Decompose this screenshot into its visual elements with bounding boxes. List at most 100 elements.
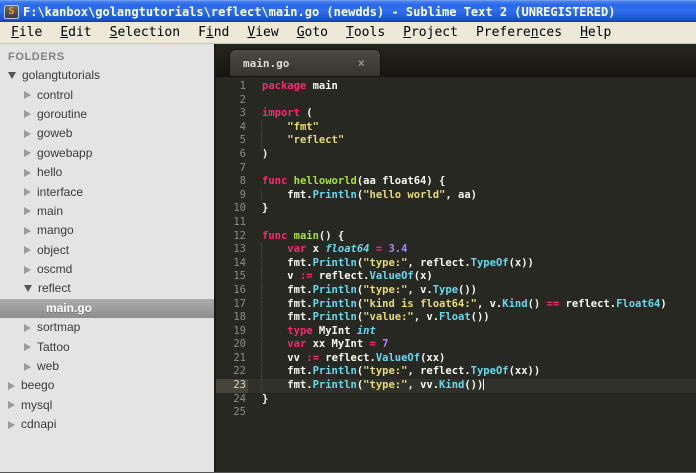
tree-item-tattoo[interactable]: Tattoo bbox=[0, 337, 214, 356]
code-token: ValueOf bbox=[375, 351, 421, 364]
menu-item-view[interactable]: View bbox=[238, 22, 287, 44]
code-line-20[interactable]: 20 var xx MyInt = 7 bbox=[216, 338, 696, 352]
line-number: 11 bbox=[233, 215, 246, 228]
code-line-14[interactable]: 14 fmt.Println("type:", reflect.TypeOf(x… bbox=[216, 257, 696, 271]
menu-item-edit[interactable]: Edit bbox=[51, 22, 100, 44]
chevron-right-icon[interactable] bbox=[24, 362, 31, 371]
menu-item-goto[interactable]: Goto bbox=[288, 22, 337, 44]
chevron-right-icon[interactable] bbox=[24, 91, 31, 100]
chevron-right-icon[interactable] bbox=[24, 323, 31, 332]
code-line-7[interactable]: 7 bbox=[216, 162, 696, 176]
code-token: ) bbox=[262, 147, 269, 160]
code-line-10[interactable]: 10} bbox=[216, 202, 696, 216]
tree-item-goweb[interactable]: goweb bbox=[0, 124, 214, 143]
chevron-right-icon[interactable] bbox=[24, 110, 31, 119]
code-line-24[interactable]: 24} bbox=[216, 393, 696, 407]
tree-item-mysql[interactable]: mysql bbox=[0, 396, 214, 415]
menu-item-preferences[interactable]: Preferences bbox=[467, 22, 571, 44]
code-line-13[interactable]: 13 var x float64 = 3.4 bbox=[216, 243, 696, 257]
tree-item-control[interactable]: control bbox=[0, 85, 214, 104]
code-text: "reflect" bbox=[248, 134, 696, 148]
chevron-right-icon[interactable] bbox=[8, 420, 15, 429]
tree-item-mango[interactable]: mango bbox=[0, 221, 214, 240]
code-token: ValueOf bbox=[369, 270, 414, 283]
chevron-right-icon[interactable] bbox=[24, 168, 31, 177]
code-token: , v. bbox=[413, 311, 440, 324]
code-line-4[interactable]: 4 "fmt" bbox=[216, 121, 696, 135]
code-line-23[interactable]: 23 fmt.Println("type:", vv.Kind()) bbox=[216, 379, 696, 393]
menu-item-help[interactable]: Help bbox=[571, 22, 620, 44]
chevron-right-icon[interactable] bbox=[24, 226, 31, 235]
tree-item-oscmd[interactable]: oscmd bbox=[0, 260, 214, 279]
code-line-22[interactable]: 22 fmt.Println("type:", reflect.TypeOf(x… bbox=[216, 365, 696, 379]
code-line-12[interactable]: 12 func main() { bbox=[216, 230, 696, 244]
code-token: , vv. bbox=[407, 379, 440, 392]
tree-item-goroutine[interactable]: goroutine bbox=[0, 105, 214, 124]
chevron-right-icon[interactable] bbox=[24, 129, 31, 138]
code-line-18[interactable]: 18 fmt.Println("value:", v.Float()) bbox=[216, 311, 696, 325]
menu-item-tools[interactable]: Tools bbox=[337, 22, 394, 44]
tree-item-object[interactable]: object bbox=[0, 241, 214, 260]
code-line-25[interactable]: 25 bbox=[216, 406, 696, 420]
line-number: 17 bbox=[233, 297, 246, 310]
code-token: , reflect. bbox=[407, 365, 471, 378]
code-line-19[interactable]: 19 type MyInt int bbox=[216, 325, 696, 339]
code-line-1[interactable]: 1 package main bbox=[216, 80, 696, 94]
tree-item-golangtutorials[interactable]: golangtutorials bbox=[0, 66, 214, 85]
tree-item-label: cdnapi bbox=[21, 417, 57, 432]
code-line-16[interactable]: 16 fmt.Println("type:", v.Type()) bbox=[216, 284, 696, 298]
chevron-right-icon[interactable] bbox=[24, 207, 31, 216]
tree-item-reflect[interactable]: reflect bbox=[0, 279, 214, 298]
code-area[interactable]: 1 package main 2 3 import (4 "fmt" 5 "reflect… bbox=[216, 77, 696, 472]
chevron-right-icon[interactable] bbox=[24, 265, 31, 274]
code-line-15[interactable]: 15 v := reflect.ValueOf(x) bbox=[216, 270, 696, 284]
code-line-3[interactable]: 3 import ( bbox=[216, 107, 696, 121]
tree-item-main-go[interactable]: main.go bbox=[0, 298, 214, 319]
code-line-21[interactable]: 21 vv := reflect.ValueOf(xx) bbox=[216, 352, 696, 366]
code-token: Float bbox=[439, 311, 471, 324]
tab-close-icon[interactable]: × bbox=[358, 57, 365, 69]
code-line-2[interactable]: 2 bbox=[216, 94, 696, 108]
code-token: , v. bbox=[407, 283, 433, 296]
chevron-right-icon[interactable] bbox=[8, 381, 15, 390]
chevron-right-icon[interactable] bbox=[24, 149, 31, 158]
folders-header: FOLDERS bbox=[8, 51, 65, 63]
code-line-5[interactable]: 5 "reflect" bbox=[216, 134, 696, 148]
menu-item-file[interactable]: File bbox=[2, 22, 51, 44]
tree-item-cdnapi[interactable]: cdnapi bbox=[0, 415, 214, 434]
chevron-down-icon[interactable] bbox=[8, 72, 16, 80]
editor-pane: main.go × 1 package main 2 3 import (4 "fmt"… bbox=[216, 44, 696, 472]
code-line-17[interactable]: 17 fmt.Println("kind is float64:", v.Kin… bbox=[216, 298, 696, 312]
tree-item-gowebapp[interactable]: gowebapp bbox=[0, 144, 214, 163]
text-caret bbox=[483, 379, 485, 391]
tree-item-interface[interactable]: interface bbox=[0, 182, 214, 201]
tree-item-web[interactable]: web bbox=[0, 357, 214, 376]
chevron-right-icon[interactable] bbox=[24, 188, 31, 197]
menu-item-project[interactable]: Project bbox=[394, 22, 467, 44]
line-number: 19 bbox=[233, 324, 246, 337]
code-token: Println bbox=[312, 365, 357, 378]
code-text: type MyInt int bbox=[248, 325, 696, 339]
code-line-8[interactable]: 8 func helloworld(aa float64) { bbox=[216, 175, 696, 189]
menu-item-find[interactable]: Find bbox=[189, 22, 238, 44]
code-token: vv bbox=[262, 351, 307, 364]
chevron-down-icon[interactable] bbox=[24, 285, 32, 293]
code-line-9[interactable]: 9 fmt.Println("hello world", aa) bbox=[216, 189, 696, 203]
title-bar[interactable]: S F:\kanbox\golangtutorials\reflect\main… bbox=[0, 0, 696, 22]
code-text: fmt.Println("type:", reflect.TypeOf(xx)) bbox=[248, 365, 696, 379]
code-line-11[interactable]: 11 bbox=[216, 216, 696, 230]
chevron-right-icon[interactable] bbox=[24, 246, 31, 255]
chevron-right-icon[interactable] bbox=[8, 401, 15, 410]
code-token: fmt. bbox=[262, 365, 313, 378]
tab-main-go[interactable]: main.go × bbox=[229, 49, 381, 77]
line-number: 12 bbox=[233, 229, 246, 242]
chevron-right-icon[interactable] bbox=[24, 343, 31, 352]
tree-item-main[interactable]: main bbox=[0, 202, 214, 221]
window-title: F:\kanbox\golangtutorials\reflect\main.g… bbox=[23, 4, 616, 19]
tree-item-beego[interactable]: beego bbox=[0, 376, 214, 395]
tree-item-hello[interactable]: hello bbox=[0, 163, 214, 182]
code-text: fmt.Println("hello world", aa) bbox=[248, 189, 696, 203]
tree-item-sortmap[interactable]: sortmap bbox=[0, 318, 214, 337]
code-line-6[interactable]: 6) bbox=[216, 148, 696, 162]
menu-item-selection[interactable]: Selection bbox=[101, 22, 189, 44]
